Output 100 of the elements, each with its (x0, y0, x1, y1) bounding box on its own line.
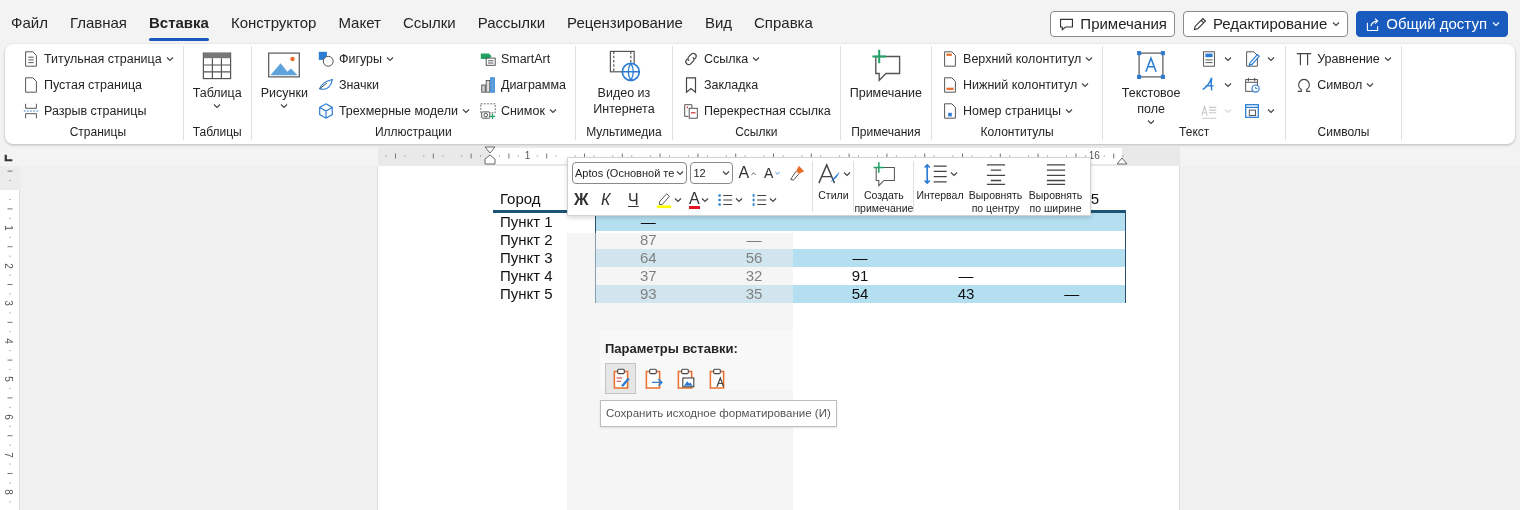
underline-button[interactable]: Ч (626, 188, 650, 212)
ribbon-button[interactable]: Разрыв страницы (19, 98, 177, 124)
ribbon-button[interactable]: Символ (1292, 72, 1395, 98)
menu-tab[interactable]: Рассылки (466, 7, 557, 41)
menu-tab[interactable]: Справка (743, 7, 824, 41)
font-size-field[interactable]: 12 (690, 162, 734, 184)
ribbon-button[interactable]: Примечание (846, 46, 926, 103)
font-name-field[interactable]: Aptos (Основной те (572, 162, 688, 184)
table-cell: 56 (745, 249, 763, 266)
ribbon-button[interactable]: Перекрестная ссылка (678, 98, 834, 124)
toolbar-button[interactable]: Стили (813, 161, 855, 212)
paste-option-button[interactable] (605, 362, 636, 394)
ruler-number: 6 (2, 414, 13, 420)
table-cell: 87 (639, 231, 657, 248)
grow-font-button[interactable]: A (736, 161, 760, 185)
row-header: Пункт 3 (500, 249, 553, 266)
menu-tab[interactable]: Конструктор (219, 7, 328, 41)
caret-icon (548, 108, 557, 114)
caret-icon (213, 104, 222, 109)
caret-icon (843, 171, 852, 177)
drop-cap-icon (1200, 102, 1219, 120)
italic-button[interactable]: К (599, 188, 623, 212)
menu-tab[interactable]: Ссылки (391, 7, 467, 41)
caret-up-icon (750, 169, 758, 177)
toolbar-button[interactable]: Создать примечание (854, 161, 915, 212)
ribbon-button[interactable]: Снимок (475, 98, 569, 124)
caret-icon (1366, 82, 1375, 88)
shrink-font-button[interactable]: A (762, 161, 784, 185)
menu-tab[interactable]: Рецензирование (556, 7, 694, 41)
bar-chart-icon (478, 76, 497, 94)
ribbon-button[interactable]: Уравнение (1292, 46, 1395, 72)
table-cell: — (746, 231, 762, 248)
caret-icon (722, 170, 731, 176)
page-break-icon (22, 102, 40, 120)
ruler-number: 7 (2, 451, 13, 458)
ribbon-button[interactable]: Титульная страница (19, 46, 177, 72)
font-color-button[interactable]: A (687, 188, 711, 212)
ruler-number: 2 (2, 262, 13, 269)
group-label: Колонтитулы (980, 124, 1054, 140)
ruler-number: 1 (524, 151, 531, 161)
ribbon-button[interactable]: Таблица (189, 46, 245, 111)
caret-icon (1224, 108, 1233, 114)
header-button[interactable]: Редактирование (1182, 11, 1349, 37)
bold-button[interactable]: Ж (572, 188, 596, 212)
ribbon-button[interactable]: Рисунки (257, 46, 311, 111)
ribbon-button[interactable]: SmartArt (475, 46, 569, 72)
row-header: Пункт 1 (500, 213, 553, 230)
row-header: Пункт 4 (500, 267, 553, 284)
ribbon-button[interactable]: Фигуры (313, 46, 473, 72)
table-cell: 37 (639, 267, 657, 284)
menu-tab[interactable]: Вставка (138, 7, 220, 41)
caret-icon (674, 197, 682, 203)
table-cell: 32 (745, 267, 763, 284)
row-header: Пункт 5 (500, 285, 553, 302)
tooltip: Сохранить исходное форматирование (И) (600, 400, 837, 428)
ribbon-button[interactable]: Закладка (678, 72, 834, 98)
ruler-number: 8 (2, 489, 13, 496)
toolbar-button[interactable]: Выровнять по ширине (1025, 161, 1086, 212)
menu-tab[interactable]: Главная (58, 7, 138, 41)
group-label: Символы (1317, 124, 1370, 140)
group-label: Страницы (69, 124, 126, 140)
line-spacing-icon (921, 161, 948, 187)
ribbon-button[interactable]: Ссылка (678, 46, 834, 72)
caret-icon (1267, 56, 1276, 62)
ribbon-button[interactable]: Нижний колонтитул (938, 72, 1097, 98)
ribbon-button[interactable]: Текстовое поле (1109, 46, 1194, 127)
group-label: Ссылки (735, 124, 778, 140)
caret-icon (768, 197, 777, 203)
caret-icon (1267, 108, 1276, 114)
toolbar-button[interactable]: Интервал (914, 161, 966, 212)
ribbon-button[interactable]: Значки (313, 72, 473, 98)
page-icon (22, 50, 40, 68)
highlighter-icon (655, 191, 673, 209)
group-label: Иллюстрации (374, 124, 452, 140)
pi-icon (1295, 50, 1314, 68)
group-label: Таблицы (192, 124, 242, 140)
caret-icon (461, 108, 470, 114)
header-button[interactable]: Общий доступ (1356, 11, 1508, 37)
blank-page-icon (22, 76, 40, 94)
caret-icon (1085, 56, 1094, 62)
menu-tab[interactable]: Макет (327, 7, 392, 41)
menu-tab[interactable]: Файл (0, 7, 59, 41)
table-cell: 91 (851, 267, 869, 284)
caret-icon (752, 56, 761, 62)
table-cell: — (958, 267, 974, 284)
header-button[interactable]: Примечания (1050, 11, 1175, 37)
caret-icon (280, 104, 289, 109)
toolbar-button[interactable]: Выровнять по центру (965, 161, 1026, 212)
ribbon-button[interactable]: Трехмерные модели (313, 98, 473, 124)
caret-icon (165, 56, 174, 62)
cube-icon (316, 102, 335, 120)
caret-icon (386, 56, 394, 62)
ribbon-button[interactable]: Видео из Интернета (581, 46, 666, 119)
column-header: 5 (1090, 190, 1099, 207)
ribbon-button[interactable]: Диаграмма (475, 72, 569, 98)
ribbon-button[interactable]: Верхний колонтитул (938, 46, 1097, 72)
ribbon-button[interactable]: Номер страницы (938, 98, 1097, 124)
menu-tab[interactable]: Вид (693, 7, 743, 41)
ribbon-button[interactable]: Пустая страница (19, 72, 177, 98)
table-cell: — (1064, 285, 1080, 302)
